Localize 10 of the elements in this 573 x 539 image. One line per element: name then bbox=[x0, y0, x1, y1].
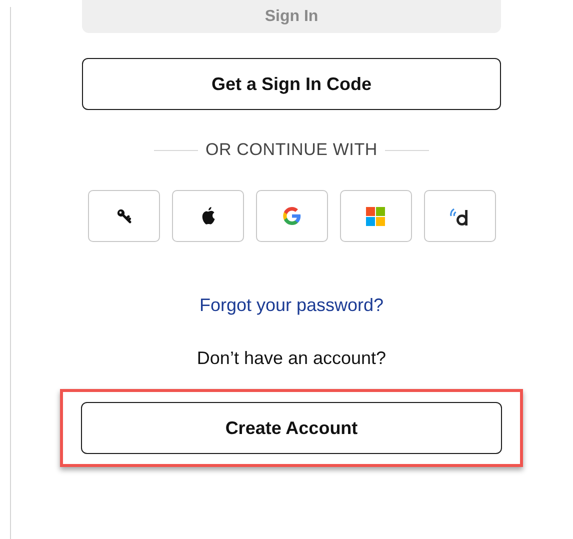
sign-in-code-button[interactable]: Get a Sign In Code bbox=[82, 58, 501, 110]
divider-label: OR CONTINUE WITH bbox=[206, 140, 378, 160]
forgot-password-link[interactable]: Forgot your password? bbox=[199, 295, 384, 316]
account-prompt: Don’t have an account? bbox=[196, 348, 386, 369]
windows-logo-icon bbox=[366, 206, 385, 226]
sign-in-option-button[interactable] bbox=[424, 190, 496, 242]
sign-in-option-button[interactable] bbox=[172, 190, 244, 242]
key-icon bbox=[116, 208, 132, 224]
google-icon bbox=[282, 206, 302, 226]
create-account-button[interactable]: Create Account bbox=[81, 402, 502, 454]
